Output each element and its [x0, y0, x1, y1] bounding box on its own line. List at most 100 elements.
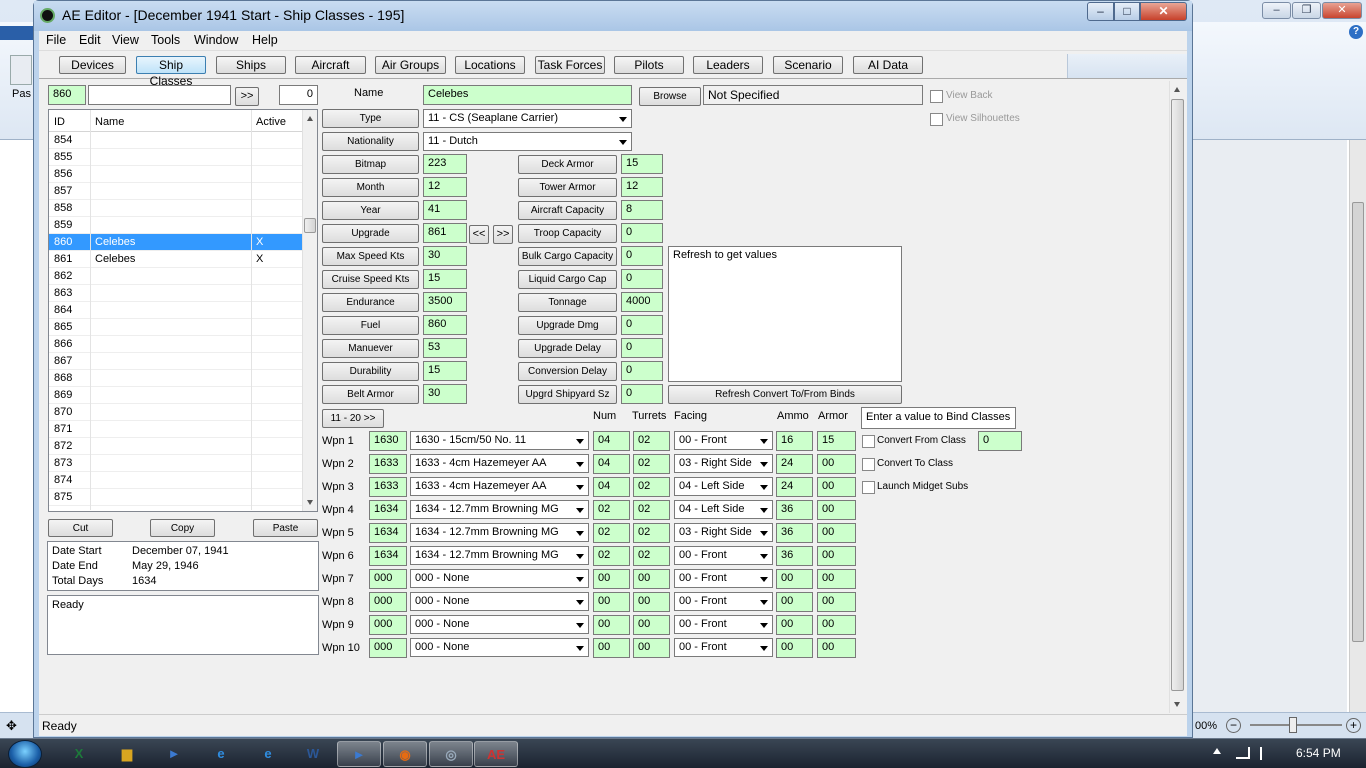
tab-ship-classes[interactable]: Ship Classes: [136, 56, 206, 88]
copy-button[interactable]: Copy: [150, 519, 215, 537]
menu-window[interactable]: Window: [194, 33, 238, 47]
nationality-button[interactable]: Nationality: [322, 132, 419, 151]
binds-textbox[interactable]: Refresh to get values: [668, 246, 902, 382]
menu-help[interactable]: Help: [252, 33, 278, 47]
weapon-turrets-field[interactable]: 00: [633, 592, 670, 612]
convert-from-checkbox[interactable]: [862, 435, 875, 448]
list-item[interactable]: 868: [49, 370, 302, 387]
field-value[interactable]: 223: [423, 154, 467, 174]
field-button[interactable]: Max Speed Kts: [322, 247, 419, 266]
bg-minimize-button[interactable]: –: [1262, 2, 1291, 19]
field-button[interactable]: Bitmap: [322, 155, 419, 174]
search-name-input[interactable]: [88, 85, 231, 105]
cut-button[interactable]: Cut: [48, 519, 113, 537]
weapon-facing-dropdown[interactable]: 00 - Front: [674, 546, 773, 565]
weapon-ammo-field[interactable]: 00: [776, 592, 813, 612]
list-header-name[interactable]: Name: [95, 116, 124, 128]
search-go-button[interactable]: >>: [235, 87, 259, 106]
weapon-device-dropdown[interactable]: 1634 - 12.7mm Browning MG: [410, 523, 589, 542]
tab-ai-data[interactable]: AI Data: [853, 56, 923, 74]
weapon-device-dropdown[interactable]: 000 - None: [410, 592, 589, 611]
weapon-turrets-field[interactable]: 02: [633, 500, 670, 520]
minimize-button[interactable]: –: [1087, 2, 1114, 21]
weapon-num-field[interactable]: 02: [593, 500, 630, 520]
field-button[interactable]: Conversion Delay: [518, 362, 617, 381]
field-value[interactable]: 0: [621, 315, 663, 335]
list-item[interactable]: 862: [49, 268, 302, 285]
list-item[interactable]: 854: [49, 132, 302, 149]
witp-ae-icon[interactable]: AE: [474, 741, 518, 767]
weapon-turrets-field[interactable]: 02: [633, 454, 670, 474]
field-value[interactable]: 0: [621, 246, 663, 266]
list-header-id[interactable]: ID: [54, 116, 65, 128]
nationality-dropdown[interactable]: 11 - Dutch: [423, 132, 632, 151]
excel-icon[interactable]: X: [57, 741, 101, 767]
field-value[interactable]: 861: [423, 223, 467, 243]
field-button[interactable]: Fuel: [322, 316, 419, 335]
weapon-num-field[interactable]: 00: [593, 569, 630, 589]
help-icon[interactable]: ?: [1349, 25, 1363, 39]
field-button[interactable]: Bulk Cargo Capacity: [518, 247, 617, 266]
convert-to-checkbox[interactable]: [862, 458, 875, 471]
weapon-armor-field[interactable]: 00: [817, 638, 856, 658]
weapon-device-dropdown[interactable]: 000 - None: [410, 569, 589, 588]
weapon-armor-field[interactable]: 00: [817, 615, 856, 635]
field-value[interactable]: 3500: [423, 292, 467, 312]
firefox-icon[interactable]: ◉: [383, 741, 427, 767]
list-scroll-thumb[interactable]: [304, 218, 316, 233]
tab-pilots[interactable]: Pilots: [614, 56, 684, 74]
list-item[interactable]: 871: [49, 421, 302, 438]
weapon-ammo-field[interactable]: 24: [776, 454, 813, 474]
weapon-num-field[interactable]: 02: [593, 546, 630, 566]
weapon-facing-dropdown[interactable]: 03 - Right Side: [674, 454, 773, 473]
field-button[interactable]: Upgrade Dmg: [518, 316, 617, 335]
zoom-out-button[interactable]: −: [1226, 718, 1241, 733]
field-button[interactable]: Liquid Cargo Cap: [518, 270, 617, 289]
field-button[interactable]: Tonnage: [518, 293, 617, 312]
menu-view[interactable]: View: [112, 33, 139, 47]
name-field[interactable]: Celebes: [423, 85, 632, 105]
tab-leaders[interactable]: Leaders: [693, 56, 763, 74]
weapon-id-field[interactable]: 000: [369, 569, 407, 589]
upgrade-next-button[interactable]: >>: [493, 225, 513, 244]
app-icon[interactable]: ◎: [429, 741, 473, 767]
field-value[interactable]: 15: [621, 154, 663, 174]
zoom-slider-thumb[interactable]: [1289, 717, 1297, 733]
field-button[interactable]: Upgrade Delay: [518, 339, 617, 358]
weapon-id-field[interactable]: 1633: [369, 477, 407, 497]
list-item[interactable]: 864: [49, 302, 302, 319]
field-value[interactable]: 0: [621, 223, 663, 243]
weapon-id-field[interactable]: 1633: [369, 454, 407, 474]
field-button[interactable]: Upgrade: [322, 224, 419, 243]
field-button[interactable]: Upgrd Shipyard Sz: [518, 385, 617, 404]
weapon-id-field[interactable]: 000: [369, 615, 407, 635]
field-button[interactable]: Manuever: [322, 339, 419, 358]
field-button[interactable]: Deck Armor: [518, 155, 617, 174]
field-value[interactable]: 0: [621, 361, 663, 381]
weapon-ammo-field[interactable]: 36: [776, 546, 813, 566]
weapon-device-dropdown[interactable]: 1634 - 12.7mm Browning MG: [410, 546, 589, 565]
field-value[interactable]: 8: [621, 200, 663, 220]
weapon-device-dropdown[interactable]: 1634 - 12.7mm Browning MG: [410, 500, 589, 519]
weapon-ammo-field[interactable]: 16: [776, 431, 813, 451]
weapons-page-button[interactable]: 11 - 20 >>: [322, 409, 384, 428]
field-button[interactable]: Endurance: [322, 293, 419, 312]
field-value[interactable]: 0: [621, 338, 663, 358]
list-item[interactable]: 857: [49, 183, 302, 200]
list-item[interactable]: 865: [49, 319, 302, 336]
weapon-ammo-field[interactable]: 24: [776, 477, 813, 497]
menu-file[interactable]: File: [46, 33, 66, 47]
maximize-button[interactable]: □: [1114, 2, 1140, 21]
weapon-facing-dropdown[interactable]: 00 - Front: [674, 615, 773, 634]
weapon-facing-dropdown[interactable]: 00 - Front: [674, 638, 773, 657]
list-item[interactable]: 874: [49, 472, 302, 489]
view-back-checkbox[interactable]: [930, 90, 943, 103]
field-value[interactable]: 30: [423, 246, 467, 266]
list-item[interactable]: 869: [49, 387, 302, 404]
editor-scroll-thumb[interactable]: [1171, 99, 1184, 691]
upgrade-prev-button[interactable]: <<: [469, 225, 489, 244]
menu-edit[interactable]: Edit: [79, 33, 101, 47]
media2-icon[interactable]: ►: [337, 741, 381, 767]
weapon-num-field[interactable]: 04: [593, 477, 630, 497]
list-scrollbar[interactable]: [302, 110, 317, 511]
